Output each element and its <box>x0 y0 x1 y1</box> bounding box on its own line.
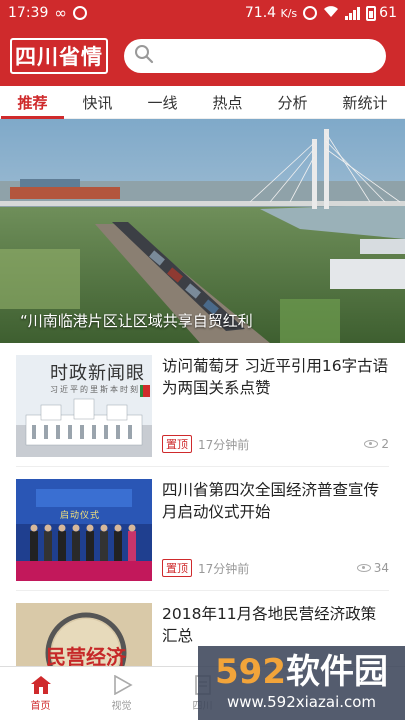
news-title[interactable]: 四川省第四次全国经济普查宣传月启动仪式开始 <box>162 479 389 523</box>
infinity-icon: ∞ <box>54 3 67 22</box>
pinned-badge: 置顶 <box>162 435 192 453</box>
eye-icon <box>364 440 379 448</box>
check-circle-icon <box>72 6 87 20</box>
app-logo: 四川省情 <box>10 38 108 74</box>
news-item[interactable]: 启动仪式 四川省第四次全国经济普查宣传月启动仪式开始 置顶 17分钟前 34 <box>16 467 389 591</box>
play-icon <box>113 675 133 695</box>
search-input[interactable] <box>160 48 386 64</box>
news-time: 17分钟前 <box>198 561 250 576</box>
alarm-icon <box>303 6 318 20</box>
thumb-subline: 习近平的里斯本时刻 <box>50 385 140 394</box>
news-thumbnail: 时政新闻眼 习近平的里斯本时刻 <box>16 355 152 457</box>
tab-analysis[interactable]: 分析 <box>273 86 311 119</box>
thumb-headline: 时政新闻眼 <box>50 363 145 384</box>
eye-icon <box>356 564 371 572</box>
wifi-icon <box>323 5 339 22</box>
news-title[interactable]: 访问葡萄牙 习近平引用16字古语为两国关系点赞 <box>162 355 389 399</box>
signal-icon <box>345 6 361 20</box>
home-icon <box>30 676 51 694</box>
status-bar: 17:39 ∞ 71.4 K/s 61 <box>0 0 405 26</box>
network-speed: 71.4 K/s <box>244 5 298 21</box>
nav-home-label: 首页 <box>30 701 51 712</box>
news-item[interactable]: 时政新闻眼 习近平的里斯本时刻 访问葡萄牙 习近平引用16字古语为两国关系点赞 … <box>16 343 389 467</box>
nav-visual[interactable]: 视觉 <box>97 675 147 712</box>
news-meta: 置顶 17分钟前 2 <box>162 435 389 453</box>
tab-frontline[interactable]: 一线 <box>143 86 181 119</box>
tab-recommend[interactable]: 推荐 <box>1 86 64 119</box>
tab-flash[interactable]: 快讯 <box>78 86 116 119</box>
status-time: 17:39 <box>8 5 49 21</box>
view-count-value: 2 <box>381 437 389 451</box>
category-tabs: 推荐 快讯 一线 热点 分析 新统计 <box>0 86 405 119</box>
view-count: 2 <box>364 437 389 451</box>
news-thumbnail: 启动仪式 <box>16 479 152 581</box>
watermark-logo: 592软件园 <box>215 652 388 692</box>
watermark-url: www.592xiazai.com <box>226 693 377 711</box>
news-title[interactable]: 2018年11月各地民营经济政策汇总 <box>162 603 389 647</box>
watermark: 592软件园 www.592xiazai.com <box>198 646 405 720</box>
hero-caption: “川南临港片区让区域共享自贸红利 <box>20 312 253 330</box>
pinned-badge: 置顶 <box>162 559 192 577</box>
tab-new-stats[interactable]: 新统计 <box>338 86 391 119</box>
view-count-value: 34 <box>373 561 389 575</box>
view-count: 34 <box>356 561 389 575</box>
thumb-headline: 启动仪式 <box>60 511 101 521</box>
news-time: 17分钟前 <box>198 437 250 452</box>
tab-hot[interactable]: 热点 <box>208 86 246 119</box>
nav-home[interactable]: 首页 <box>16 675 66 712</box>
app-header: 四川省情 <box>0 26 405 86</box>
news-meta: 置顶 17分钟前 34 <box>162 559 389 577</box>
search-icon <box>134 44 154 68</box>
battery-level: 61 <box>379 5 397 21</box>
hero-banner[interactable]: “川南临港片区让区域共享自贸红利 <box>0 119 405 343</box>
battery-icon: 61 <box>366 5 397 21</box>
nav-visual-label: 视觉 <box>111 701 132 712</box>
search-bar[interactable] <box>124 39 386 73</box>
